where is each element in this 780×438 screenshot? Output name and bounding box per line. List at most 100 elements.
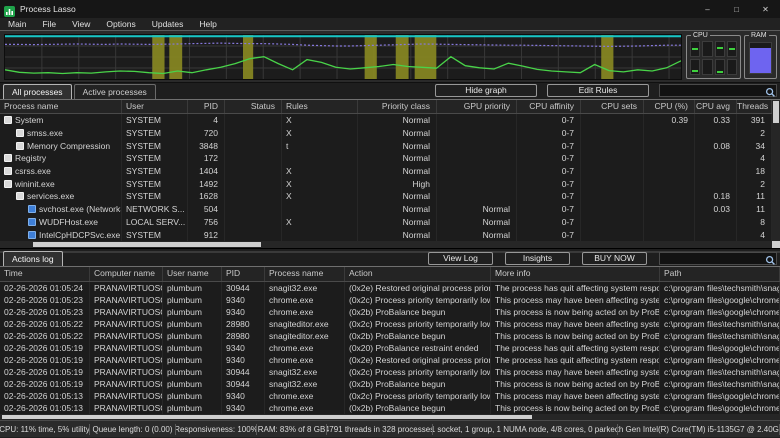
log-row[interactable]: 02-26-2026 01:05:23PRANAVIRTUOSOplumbum9… [0,306,780,318]
column-header-rules[interactable]: Rules [282,100,358,113]
column-header-cpu-avg[interactable]: CPU avg [695,100,737,113]
process-row[interactable]: Memory CompressionSYSTEM3848tNormal0-70.… [0,139,772,152]
edit-rules-button[interactable]: Edit Rules [547,84,649,97]
process-row[interactable]: services.exeSYSTEM1628XNormal0-70.1811 [0,190,772,203]
log-row[interactable]: 02-26-2026 01:05:22PRANAVIRTUOSOplumbum2… [0,318,780,330]
process-name: WUDFHost.exe [39,217,98,227]
close-button[interactable]: ✕ [751,0,780,18]
cpu-core-meter [715,41,725,57]
column-header-gpu-priority[interactable]: GPU priority [437,100,517,113]
log-table-body: 02-26-2026 01:05:24PRANAVIRTUOSOplumbum3… [0,282,780,414]
cpu-core-meter [702,41,712,57]
scrollbar-corner [772,241,780,248]
minimize-button[interactable]: – [693,0,722,18]
column-header-cpu-sets[interactable]: CPU sets [581,100,644,113]
process-row[interactable]: csrss.exeSYSTEM1404XNormal0-718 [0,165,772,178]
process-icon [4,167,12,175]
tab-actions-log[interactable]: Actions log [3,251,63,266]
hscroll-thumb[interactable] [33,242,261,247]
maximize-button[interactable]: □ [722,0,751,18]
cpu-core-meter [727,59,737,75]
column-header-time[interactable]: Time [0,267,90,281]
process-row[interactable]: wininit.exeSYSTEM1492XHigh0-72 [0,177,772,190]
insights-button[interactable]: Insights [505,252,570,265]
process-row[interactable]: SystemSYSTEM4XNormal0-70.390.33391 [0,114,772,127]
process-icon [28,205,36,213]
log-row[interactable]: 02-26-2026 01:05:13PRANAVIRTUOSOplumbum9… [0,390,780,402]
log-row[interactable]: 02-26-2026 01:05:13PRANAVIRTUOSOplumbum9… [0,402,780,414]
menu-item-view[interactable]: View [64,18,98,30]
log-row[interactable]: 02-26-2026 01:05:19PRANAVIRTUOSOplumbum9… [0,354,780,366]
column-header-threads[interactable]: Threads [737,100,772,113]
cpu-core-meter [727,41,737,57]
menu-item-options[interactable]: Options [98,18,143,30]
column-header-action[interactable]: Action [345,267,491,281]
process-name: services.exe [27,191,74,201]
menu-item-main[interactable]: Main [0,18,34,30]
column-header-computer-name[interactable]: Computer name [90,267,163,281]
process-name: Memory Compression [27,141,110,151]
vscroll-thumb[interactable] [773,101,779,123]
column-header-pid[interactable]: PID [222,267,265,281]
process-table-hscrollbar[interactable] [0,241,772,248]
view-log-button[interactable]: View Log [428,252,493,265]
status-segment-2: Responsiveness: 100% [176,424,257,435]
log-row[interactable]: 02-26-2026 01:05:19PRANAVIRTUOSOplumbum3… [0,378,780,390]
column-header-user-name[interactable]: User name [163,267,222,281]
ram-panel-label: RAM [749,32,769,39]
hide-graph-button[interactable]: Hide graph [435,84,537,97]
process-name: svchost.exe (NetworkSer... [39,204,122,214]
column-header-status[interactable]: Status [225,100,282,113]
cpu-meter-panel: CPU [686,35,741,79]
column-header-cpu[interactable]: CPU (%) [644,100,695,113]
process-icon [4,154,12,162]
log-hscrollbar[interactable] [0,414,780,420]
status-segment-3: RAM: 83% of 8 GB [257,424,327,435]
status-segment-5: 1 socket, 1 group, 1 NUMA node, 4/8 core… [433,424,618,435]
tab-all-processes[interactable]: All processes [3,84,72,99]
process-lasso-window: Process Lasso – □ ✕ MainFileViewOptionsU… [0,0,780,438]
column-header-process-name[interactable]: Process name [265,267,345,281]
process-name: IntelCpHDCPSvc.exe [cpl... [39,230,122,240]
column-header-cpu-affinity[interactable]: CPU affinity [517,100,581,113]
buy-now-button[interactable]: BUY NOW [582,252,647,265]
log-row[interactable]: 02-26-2026 01:05:19PRANAVIRTUOSOplumbum3… [0,366,780,378]
hscroll-thumb[interactable] [2,415,532,419]
menu-item-updates[interactable]: Updates [144,18,192,30]
column-header-path[interactable]: Path [660,267,780,281]
process-name: wininit.exe [15,179,55,189]
ram-meter [749,42,772,74]
column-header-process-name[interactable]: Process name [0,100,122,113]
process-table-vscrollbar[interactable] [772,100,780,241]
column-header-user[interactable]: User [122,100,188,113]
actions-log-table: TimeComputer nameUser namePIDProcess nam… [0,267,780,414]
column-header-priority-class[interactable]: Priority class [358,100,437,113]
process-row[interactable]: IntelCpHDCPSvc.exe [cpl...SYSTEM912Norma… [0,228,772,241]
window-title: Process Lasso [20,4,76,14]
process-row[interactable]: RegistrySYSTEM172Normal0-74 [0,152,772,165]
window-controls: – □ ✕ [693,0,780,18]
log-row[interactable]: 02-26-2026 01:05:22PRANAVIRTUOSOplumbum2… [0,330,780,342]
process-row[interactable]: smss.exeSYSTEM720XNormal0-72 [0,127,772,140]
process-search-input[interactable] [660,85,765,96]
column-header-more-info[interactable]: More info [491,267,660,281]
column-header-pid[interactable]: PID [188,100,225,113]
log-row[interactable]: 02-26-2026 01:05:19PRANAVIRTUOSOplumbum9… [0,342,780,354]
log-tabs: Actions log [3,253,65,266]
process-row[interactable]: WUDFHost.exeLOCAL SERV...756XNormalNorma… [0,216,772,229]
log-search-input[interactable] [660,253,765,264]
process-table: Process nameUserPIDStatusRulesPriority c… [0,100,780,248]
log-row[interactable]: 02-26-2026 01:05:23PRANAVIRTUOSOplumbum9… [0,294,780,306]
status-segment-4: 4791 threads in 328 processes [327,424,433,435]
process-name: smss.exe [27,128,63,138]
ram-meter-panel: RAM [744,35,777,79]
tab-active-processes[interactable]: Active processes [74,84,156,99]
cpu-core-meter [715,59,725,75]
log-table-header: TimeComputer nameUser namePIDProcess nam… [0,267,780,282]
menu-item-help[interactable]: Help [191,18,224,30]
status-segment-1: Queue length: 0 (0.00) [90,424,176,435]
menu-item-file[interactable]: File [34,18,64,30]
process-row[interactable]: svchost.exe (NetworkSer...NETWORK S...50… [0,203,772,216]
log-row[interactable]: 02-26-2026 01:05:24PRANAVIRTUOSOplumbum3… [0,282,780,294]
process-icon [16,129,24,137]
